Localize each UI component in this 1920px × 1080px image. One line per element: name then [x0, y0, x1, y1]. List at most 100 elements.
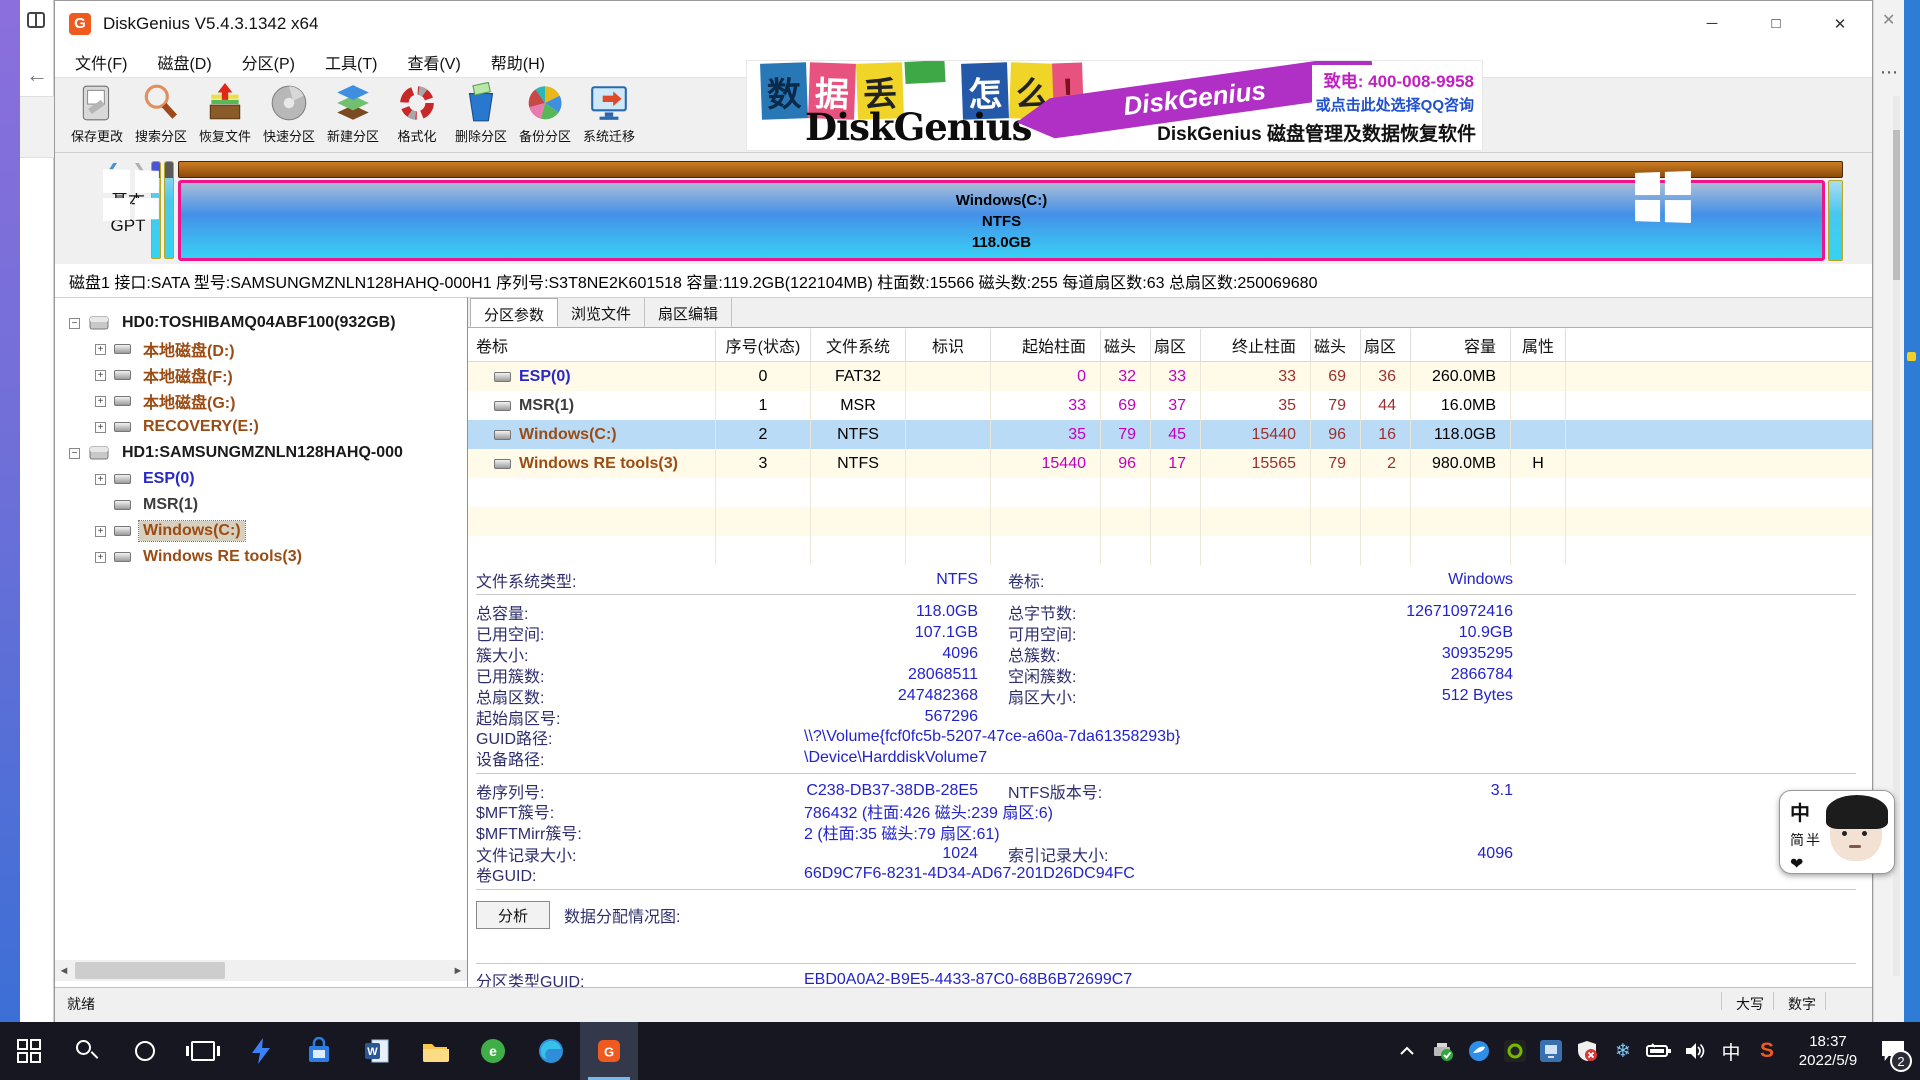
expand-icon[interactable]: + — [95, 552, 106, 563]
close-button[interactable]: ✕ — [1808, 1, 1872, 46]
tray-snowflake-icon[interactable]: ❄ — [1606, 1022, 1640, 1080]
partition-detail-panel: 分区参数 浏览文件 扇区编辑 卷标 序号(状态) 文件系统 标识 起始柱面 磁头… — [468, 297, 1872, 987]
delete-partition-button[interactable]: 删除分区 — [449, 78, 513, 152]
tab-browse-files[interactable]: 浏览文件 — [558, 298, 645, 327]
scroll-left-icon[interactable]: ◄ — [55, 965, 73, 977]
menu-file[interactable]: 文件(F) — [63, 47, 139, 77]
desktop-wallpaper-right — [1904, 0, 1920, 1022]
expand-icon[interactable]: + — [95, 370, 106, 381]
heart-icon[interactable]: ❤ — [1790, 854, 1824, 874]
maximize-button[interactable]: □ — [1744, 1, 1808, 46]
taskbar-app-green-e[interactable]: e — [464, 1022, 522, 1080]
collapse-icon[interactable]: − — [69, 448, 80, 459]
tree-item-windows-re-tools[interactable]: + Windows RE tools(3) — [95, 544, 467, 570]
cortana-button[interactable] — [116, 1022, 174, 1080]
disc-icon — [268, 82, 310, 124]
tray-input-indicator[interactable]: 中 — [1714, 1022, 1748, 1080]
expand-icon[interactable]: + — [95, 526, 106, 537]
divider — [476, 773, 1856, 774]
more-options-icon[interactable]: ⋯ — [1880, 62, 1899, 83]
back-arrow-icon[interactable]: ← — [26, 62, 48, 88]
tray-chevron-up-icon[interactable] — [1390, 1022, 1424, 1080]
collapse-icon[interactable]: − — [69, 318, 80, 329]
divider — [476, 594, 1856, 595]
diskgenius-icon: G — [595, 1037, 623, 1065]
table-row-windows-re-tools[interactable]: Windows RE tools(3) 3 NTFS 15440 96 17 1… — [468, 449, 1872, 478]
tray-sogou-icon[interactable]: S — [1750, 1022, 1784, 1080]
expand-icon[interactable]: + — [95, 474, 106, 485]
tab-sector-edit[interactable]: 扇区编辑 — [645, 298, 732, 327]
taskbar-app-edge[interactable] — [522, 1022, 580, 1080]
input-mode-chinese[interactable]: 中 — [1790, 797, 1824, 826]
tree-horizontal-scrollbar[interactable]: ◄ ► — [55, 960, 467, 981]
tree-item-msr[interactable]: MSR(1) — [95, 492, 467, 518]
tree-item-esp[interactable]: + ESP(0) — [95, 466, 467, 492]
format-button[interactable]: 格式化 — [385, 78, 449, 152]
taskbar-app-diskgenius-active[interactable]: G — [580, 1022, 638, 1080]
desktop-shortcut — [1907, 352, 1916, 361]
windows-logo-icon — [1635, 171, 1691, 223]
banner-qq-link[interactable]: 或点击此处选择QQ咨询 — [1316, 94, 1474, 115]
table-row-msr[interactable]: MSR(1) 1 MSR 33 69 37 35 79 44 16.0MB — [468, 391, 1872, 420]
scroll-right-icon[interactable]: ► — [449, 965, 467, 977]
table-row-empty — [468, 507, 1872, 536]
start-button[interactable] — [0, 1022, 58, 1080]
partition-icon — [114, 396, 131, 406]
tray-printer-icon[interactable] — [1426, 1022, 1460, 1080]
expand-icon[interactable]: + — [95, 396, 106, 407]
tray-intel-graphics-icon[interactable] — [1534, 1022, 1568, 1080]
disk-info-bar: 磁盘1 接口:SATA 型号:SAMSUNGMZNLN128HAHQ-000H1… — [55, 264, 1872, 297]
taskbar-search-button[interactable] — [58, 1022, 116, 1080]
action-center-button[interactable]: 2 — [1872, 1022, 1914, 1080]
taskbar-app-explorer[interactable] — [406, 1022, 464, 1080]
scrollbar-thumb[interactable] — [75, 962, 225, 979]
tree-item-hd1[interactable]: − HD1:SAMSUNGMZNLN128HAHQ-000 — [69, 440, 467, 466]
menu-help[interactable]: 帮助(H) — [479, 47, 557, 77]
input-halfwidth[interactable]: 半 — [1806, 832, 1822, 848]
partition-bar-windows-c[interactable]: Windows(C:) NTFS 118.0GB — [178, 180, 1825, 261]
partition-bar-re-tools[interactable] — [1828, 180, 1843, 261]
tree-item-recovery-e[interactable]: + RECOVERY(E:) — [95, 414, 467, 440]
menu-partition[interactable]: 分区(P) — [230, 47, 307, 77]
tray-bird-icon[interactable] — [1462, 1022, 1496, 1080]
table-row-esp[interactable]: ESP(0) 0 FAT32 0 32 33 33 69 36 260.0MB — [468, 362, 1872, 391]
input-simplified[interactable]: 简 — [1790, 832, 1806, 848]
save-changes-button[interactable]: 保存更改 — [65, 78, 129, 152]
tree-item-local-d[interactable]: + 本地磁盘(D:) — [95, 336, 467, 362]
task-view-button[interactable] — [174, 1022, 232, 1080]
quick-partition-button[interactable]: 快速分区 — [257, 78, 321, 152]
tray-battery-icon[interactable] — [1642, 1022, 1676, 1080]
banner-ad[interactable]: 数 据 丢 怎 么 ! DiskGenius DiskGenius 致电: 40… — [746, 60, 1483, 151]
expand-icon[interactable]: + — [95, 422, 106, 433]
menu-disk[interactable]: 磁盘(D) — [145, 47, 223, 77]
menu-tools[interactable]: 工具(T) — [313, 47, 389, 77]
tray-security-shield-icon[interactable] — [1570, 1022, 1604, 1080]
taskbar-app-word[interactable]: W — [348, 1022, 406, 1080]
taskbar-clock[interactable]: 18:37 2022/5/9 — [1786, 1032, 1870, 1070]
recover-files-icon — [204, 82, 246, 124]
tree-item-local-g[interactable]: + 本地磁盘(G:) — [95, 388, 467, 414]
tree-item-local-f[interactable]: + 本地磁盘(F:) — [95, 362, 467, 388]
tray-nvidia-icon[interactable] — [1498, 1022, 1532, 1080]
minimize-button[interactable]: ─ — [1680, 1, 1744, 46]
close-icon[interactable]: ✕ — [1882, 10, 1895, 30]
partition-bar-msr[interactable] — [164, 161, 174, 259]
scrollbar-thumb[interactable] — [1893, 130, 1900, 280]
expand-icon[interactable]: + — [95, 344, 106, 355]
browser-tab-icon[interactable] — [27, 12, 45, 28]
tray-volume-icon[interactable] — [1678, 1022, 1712, 1080]
search-partition-button[interactable]: 搜索分区 — [129, 78, 193, 152]
tree-item-hd0[interactable]: − HD0:TOSHIBAMQ04ABF100(932GB) — [69, 310, 467, 336]
system-migrate-button[interactable]: 系统迁移 — [577, 78, 641, 152]
table-row-windows-c-selected[interactable]: Windows(C:) 2 NTFS 35 79 45 15440 96 16 … — [468, 420, 1872, 449]
backup-partition-button[interactable]: 备份分区 — [513, 78, 577, 152]
taskbar-app-store[interactable] — [290, 1022, 348, 1080]
sogou-input-panel[interactable]: 中 简半 ❤ — [1779, 790, 1895, 874]
taskbar-app-feishu[interactable] — [232, 1022, 290, 1080]
tree-item-windows-c[interactable]: + Windows(C:) — [95, 518, 467, 544]
tab-partition-params[interactable]: 分区参数 — [470, 298, 558, 327]
recover-files-button[interactable]: 恢复文件 — [193, 78, 257, 152]
menu-view[interactable]: 查看(V) — [395, 47, 472, 77]
analyze-button[interactable]: 分析 — [476, 901, 550, 929]
new-partition-button[interactable]: 新建分区 — [321, 78, 385, 152]
